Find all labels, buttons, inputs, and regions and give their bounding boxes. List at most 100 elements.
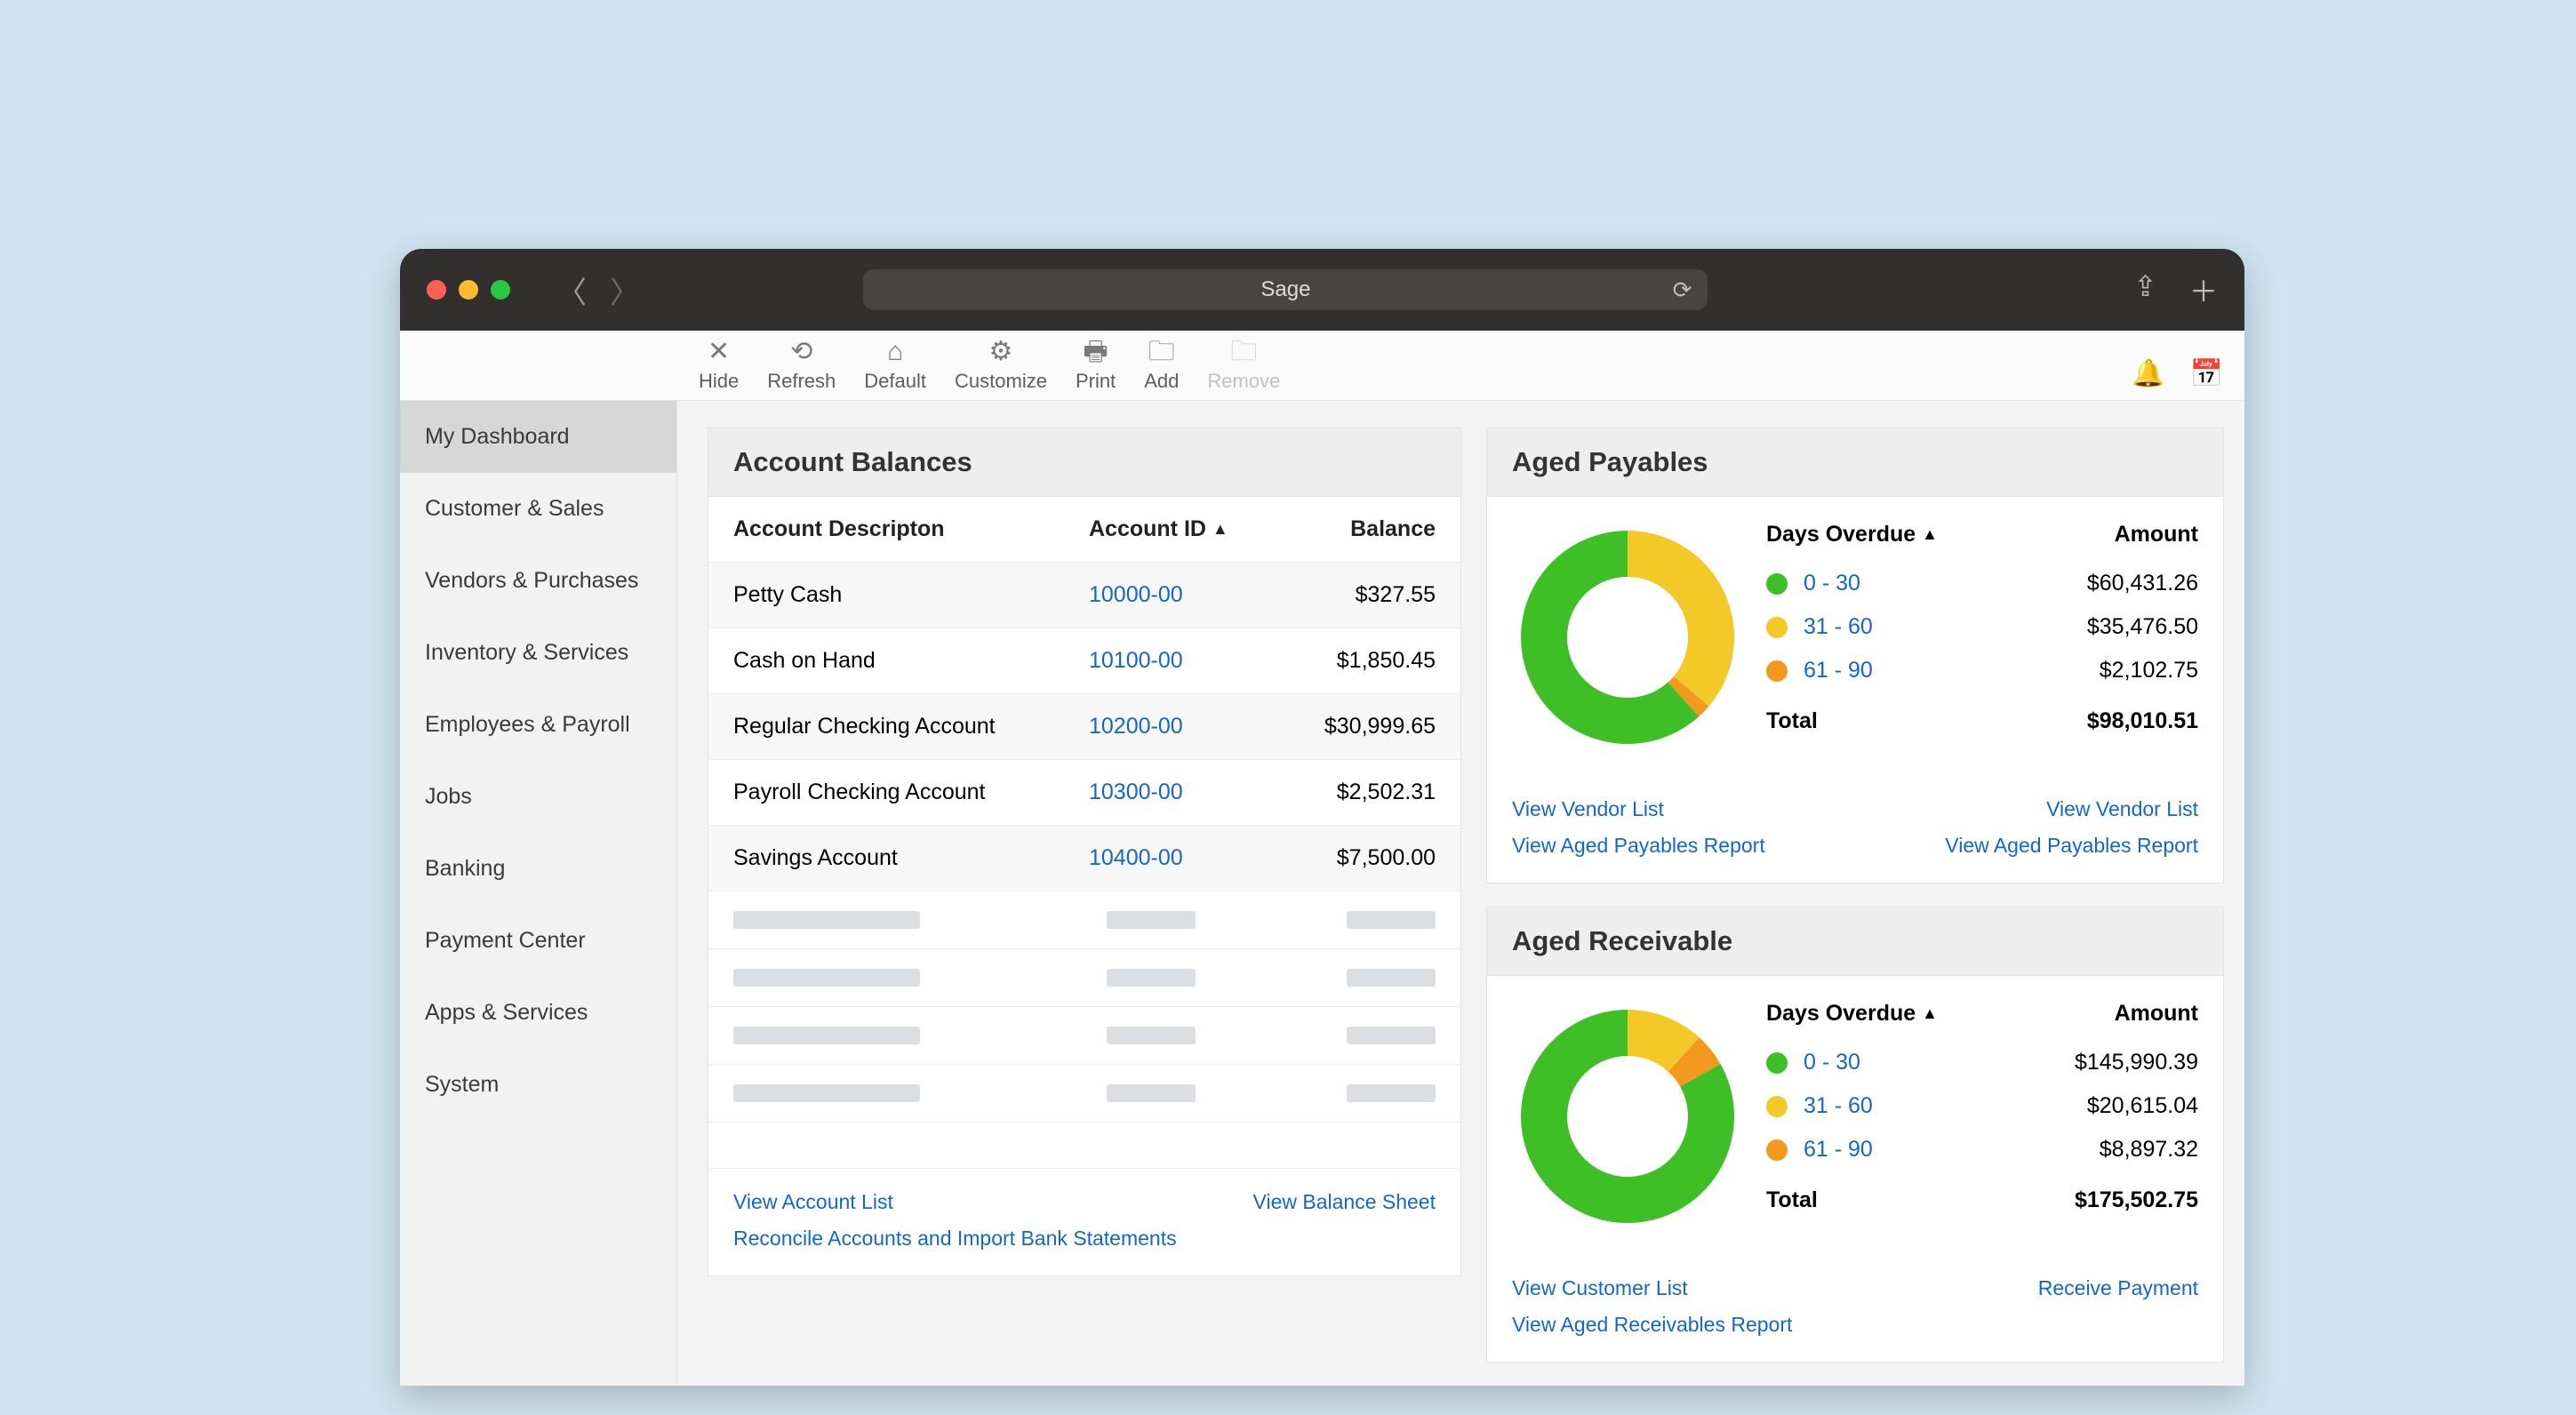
balances-table-header: Account Descripton Account ID ▲ Balance [708, 497, 1460, 563]
amount-header[interactable]: Amount [2115, 1001, 2198, 1027]
toolbar-add-button[interactable]: 🗀Add [1130, 340, 1193, 393]
aged-row: 0 - 30$145,990.39 [1766, 1041, 2198, 1084]
browser-window: 〈 〉 Sage ⟳ ⇪ ＋ ✕Hide⟲Refresh⌂Default⚙Cus… [400, 249, 2244, 1386]
total-label: Total [1766, 708, 1818, 734]
col-description[interactable]: Account Descripton [733, 516, 1089, 542]
aged-row: 61 - 90 $2,102.75 [1766, 649, 2198, 692]
address-bar[interactable]: Sage ⟳ [863, 269, 1708, 310]
add-icon: 🗀 [1148, 340, 1175, 364]
balances-links: View Account List Reconcile Accounts and… [708, 1169, 1460, 1275]
default-icon: ⌂ [887, 340, 903, 364]
aged-amount: $8,897.32 [2100, 1137, 2198, 1163]
titlebar: 〈 〉 Sage ⟳ ⇪ ＋ [400, 249, 2244, 331]
legend-dot-yellow [1766, 1096, 1788, 1117]
minimize-window-button[interactable] [459, 280, 478, 300]
aged-payables-card: Aged Payables Days Overdue ▲ Amount [1486, 428, 2224, 883]
card-title: Aged Payables [1487, 428, 2223, 497]
account-balance: $30,999.65 [1258, 714, 1436, 739]
aged-range-link[interactable]: 31 - 60 [1804, 614, 1873, 640]
sidebar-item-jobs[interactable]: Jobs [400, 761, 676, 833]
placeholder-row [708, 1007, 1460, 1065]
toolbar-refresh-button[interactable]: ⟲Refresh [753, 340, 850, 393]
close-window-button[interactable] [427, 280, 446, 300]
placeholder-row [708, 949, 1460, 1007]
view-aged-payables-report-link-right[interactable]: View Aged Payables Report [1945, 834, 2198, 858]
aged-receivable-donut [1512, 1001, 1743, 1232]
notifications-icon[interactable]: 🔔 [2132, 358, 2164, 389]
toolbar-remove-button: 🗀Remove [1193, 340, 1294, 393]
view-account-list-link[interactable]: View Account List [733, 1190, 1177, 1214]
customize-icon: ⚙ [989, 340, 1013, 364]
back-button[interactable]: 〈 [556, 268, 587, 312]
forward-button[interactable]: 〉 [610, 268, 640, 312]
legend-dot-green [1766, 1052, 1788, 1074]
aged-range-link[interactable]: 0 - 30 [1804, 571, 1860, 596]
reconcile-accounts-link[interactable]: Reconcile Accounts and Import Bank State… [733, 1227, 1177, 1251]
total-value: $175,502.75 [2075, 1187, 2198, 1213]
aged-row: 31 - 60 $20,615.04 [1766, 1084, 2198, 1128]
days-overdue-header[interactable]: Days Overdue ▲ [1766, 1001, 1938, 1027]
receive-payment-link[interactable]: Receive Payment [2038, 1276, 2198, 1300]
balance-row: Savings Account10400-00$7,500.00 [708, 826, 1460, 891]
account-description: Payroll Checking Account [733, 779, 1089, 805]
account-id-link[interactable]: 10100-00 [1089, 648, 1183, 673]
share-icon[interactable]: ⇪ [2133, 269, 2157, 310]
aged-range-link[interactable]: 61 - 90 [1804, 658, 1873, 684]
sidebar-item-employees-payroll[interactable]: Employees & Payroll [400, 689, 676, 761]
legend-dot-green [1766, 573, 1788, 595]
days-overdue-header[interactable]: Days Overdue ▲ [1766, 522, 1938, 548]
view-customer-list-link[interactable]: View Customer List [1512, 1276, 1792, 1300]
aged-range-link[interactable]: 0 - 30 [1804, 1050, 1860, 1075]
sidebar-item-payment-center[interactable]: Payment Center [400, 905, 676, 977]
placeholder-row [708, 1123, 1460, 1169]
placeholder-row [708, 891, 1460, 949]
card-title: Aged Receivable [1487, 907, 2223, 976]
account-id-link[interactable]: 10300-00 [1089, 779, 1183, 804]
amount-header[interactable]: Amount [2115, 522, 2198, 548]
address-bar-title: Sage [1260, 277, 1310, 302]
sidebar-item-banking[interactable]: Banking [400, 833, 676, 905]
legend-dot-orange [1766, 660, 1788, 682]
donut-slice-31-60 [1628, 531, 1734, 707]
view-vendor-list-link-right[interactable]: View Vendor List [1945, 797, 2198, 821]
account-id-link[interactable]: 10000-00 [1089, 582, 1183, 607]
legend-dot-orange [1766, 1139, 1788, 1161]
sidebar-item-my-dashboard[interactable]: My Dashboard [400, 401, 676, 473]
aged-amount: $2,102.75 [2100, 658, 2198, 684]
col-account-id[interactable]: Account ID ▲ [1089, 516, 1258, 542]
col-balance[interactable]: Balance [1258, 516, 1436, 542]
account-balance: $2,502.31 [1258, 779, 1436, 805]
aged-range-link[interactable]: 61 - 90 [1804, 1137, 1873, 1163]
hide-icon: ✕ [708, 340, 730, 364]
sidebar-item-inventory-services[interactable]: Inventory & Services [400, 617, 676, 689]
new-tab-icon[interactable]: ＋ [2189, 269, 2218, 310]
view-vendor-list-link[interactable]: View Vendor List [1512, 797, 1765, 821]
aged-amount: $20,615.04 [2087, 1093, 2198, 1119]
sidebar-item-apps-services[interactable]: Apps & Services [400, 977, 676, 1049]
aged-receivable-card: Aged Receivable Days Overdue ▲ Amount [1486, 907, 2224, 1363]
sidebar-item-system[interactable]: System [400, 1049, 676, 1121]
calendar-icon[interactable]: 📅 [2190, 358, 2223, 389]
toolbar: ✕Hide⟲Refresh⌂Default⚙Customize🖶Print🗀Ad… [400, 331, 2244, 401]
aged-amount: $60,431.26 [2087, 571, 2198, 596]
titlebar-actions: ⇪ ＋ [2133, 269, 2218, 310]
account-id-link[interactable]: 10200-00 [1089, 714, 1183, 739]
aged-range-link[interactable]: 31 - 60 [1804, 1093, 1873, 1119]
view-balance-sheet-link[interactable]: View Balance Sheet [1253, 1190, 1436, 1214]
sidebar-item-customer-sales[interactable]: Customer & Sales [400, 473, 676, 545]
sidebar-item-vendors-purchases[interactable]: Vendors & Purchases [400, 545, 676, 617]
account-balance: $1,850.45 [1258, 648, 1436, 674]
account-balance: $7,500.00 [1258, 845, 1436, 871]
toolbar-hide-button[interactable]: ✕Hide [684, 340, 753, 393]
placeholder-row [708, 1065, 1460, 1123]
view-aged-receivables-report-link[interactable]: View Aged Receivables Report [1512, 1313, 1792, 1337]
account-description: Petty Cash [733, 582, 1089, 608]
toolbar-customize-button[interactable]: ⚙Customize [940, 340, 1061, 393]
view-aged-payables-report-link[interactable]: View Aged Payables Report [1512, 834, 1765, 858]
reload-icon[interactable]: ⟳ [1673, 276, 1692, 304]
account-id-link[interactable]: 10400-00 [1089, 845, 1183, 870]
maximize-window-button[interactable] [491, 280, 510, 300]
total-value: $98,010.51 [2087, 708, 2198, 734]
toolbar-default-button[interactable]: ⌂Default [850, 340, 940, 393]
toolbar-print-button[interactable]: 🖶Print [1061, 340, 1130, 393]
